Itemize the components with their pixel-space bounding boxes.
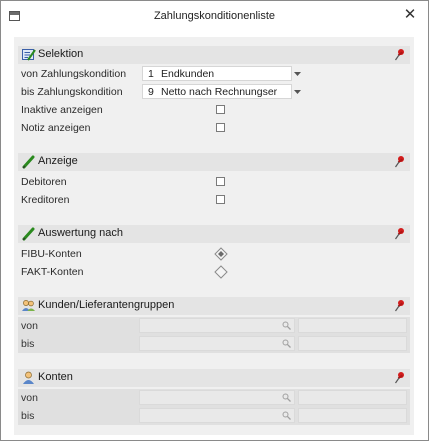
field-label: Inaktive anzeigen xyxy=(21,104,103,116)
konten-bis-description xyxy=(298,408,407,423)
row-notiz-anzeigen: Notiz anzeigen xyxy=(18,119,410,137)
red-pin-icon[interactable] xyxy=(394,48,406,61)
combo-number: 9 xyxy=(148,86,154,98)
field-label: FAKT-Konten xyxy=(21,266,84,278)
pencil-icon xyxy=(22,155,35,169)
field-label: FIBU-Konten xyxy=(21,248,82,260)
red-pin-icon[interactable] xyxy=(394,155,406,168)
field-label: bis xyxy=(21,338,35,350)
row-konten-von: von xyxy=(18,389,410,407)
section-title: Kunden/Lieferantengruppen xyxy=(38,299,175,311)
field-label: bis xyxy=(21,410,35,422)
combo-text: Endkunden xyxy=(161,68,215,80)
kreditoren-checkbox[interactable] xyxy=(216,195,225,204)
user-icon xyxy=(23,371,34,384)
magnifier-icon[interactable] xyxy=(282,321,291,330)
row-gruppen-von: von xyxy=(18,317,410,335)
magnifier-icon[interactable] xyxy=(282,393,291,402)
field-label: Debitoren xyxy=(21,176,67,188)
field-label: von Zahlungskondition xyxy=(21,68,127,80)
konten-von-description xyxy=(298,390,407,405)
section-header-auswertung[interactable]: Auswertung nach xyxy=(18,225,410,243)
gruppen-von-input[interactable] xyxy=(139,318,295,333)
red-pin-icon[interactable] xyxy=(394,299,406,312)
debitoren-checkbox[interactable] xyxy=(216,177,225,186)
field-label: Kreditoren xyxy=(21,194,70,206)
gruppen-bis-description xyxy=(298,336,407,351)
title-bar: Zahlungskonditionenliste ✕ xyxy=(1,1,428,31)
row-inaktive-anzeigen: Inaktive anzeigen xyxy=(18,101,410,119)
pencil-icon xyxy=(22,227,35,241)
field-label: von xyxy=(21,392,38,404)
field-label: bis Zahlungskondition xyxy=(21,86,123,98)
close-button[interactable]: ✕ xyxy=(402,7,418,23)
chevron-down-icon[interactable] xyxy=(292,66,303,81)
section-header-selektion[interactable]: Selektion xyxy=(18,46,410,64)
red-pin-icon[interactable] xyxy=(394,227,406,240)
row-von-zahlungskondition: von Zahlungskondition 1 Endkunden xyxy=(18,65,410,83)
fakt-konten-radio[interactable] xyxy=(214,265,228,279)
combo-number: 1 xyxy=(148,68,154,80)
gruppen-bis-input[interactable] xyxy=(139,336,295,351)
list-pencil-icon xyxy=(22,49,36,61)
field-label: von xyxy=(21,320,38,332)
konten-bis-input[interactable] xyxy=(139,408,295,423)
section-title: Selektion xyxy=(38,48,84,60)
row-fakt-konten: FAKT-Konten xyxy=(18,263,410,281)
row-kreditoren: Kreditoren xyxy=(18,191,410,209)
notiz-anzeigen-checkbox[interactable] xyxy=(216,123,225,132)
bis-zahlungskondition-combo[interactable]: 9 Netto nach Rechnungser xyxy=(142,84,292,99)
von-zahlungskondition-combo[interactable]: 1 Endkunden xyxy=(142,66,292,81)
magnifier-icon[interactable] xyxy=(282,411,291,420)
row-konten-bis: bis xyxy=(18,407,410,425)
chevron-down-icon[interactable] xyxy=(292,84,303,99)
section-title: Auswertung nach xyxy=(38,227,123,239)
section-title: Anzeige xyxy=(38,155,78,167)
inaktive-anzeigen-checkbox[interactable] xyxy=(216,105,225,114)
section-title: Konten xyxy=(38,371,73,383)
combo-text: Netto nach Rechnungser xyxy=(161,86,278,98)
form-panel: Selektion von Zahlungskondition 1 Endkun… xyxy=(14,37,414,435)
gruppen-von-description xyxy=(298,318,407,333)
row-fibu-konten: FIBU-Konten xyxy=(18,245,410,263)
row-gruppen-bis: bis xyxy=(18,335,410,353)
user-group-icon xyxy=(22,300,35,311)
section-header-anzeige[interactable]: Anzeige xyxy=(18,153,410,171)
fibu-konten-radio[interactable] xyxy=(214,247,228,261)
red-pin-icon[interactable] xyxy=(394,371,406,384)
dialog-window: Zahlungskonditionenliste ✕ Selektion von… xyxy=(0,0,429,441)
row-debitoren: Debitoren xyxy=(18,173,410,191)
section-header-konten[interactable]: Konten xyxy=(18,369,410,387)
magnifier-icon[interactable] xyxy=(282,339,291,348)
window-title: Zahlungskonditionenliste xyxy=(153,10,276,22)
field-label: Notiz anzeigen xyxy=(21,122,91,134)
row-bis-zahlungskondition: bis Zahlungskondition 9 Netto nach Rechn… xyxy=(18,83,410,101)
konten-von-input[interactable] xyxy=(139,390,295,405)
section-header-gruppen[interactable]: Kunden/Lieferantengruppen xyxy=(18,297,410,315)
